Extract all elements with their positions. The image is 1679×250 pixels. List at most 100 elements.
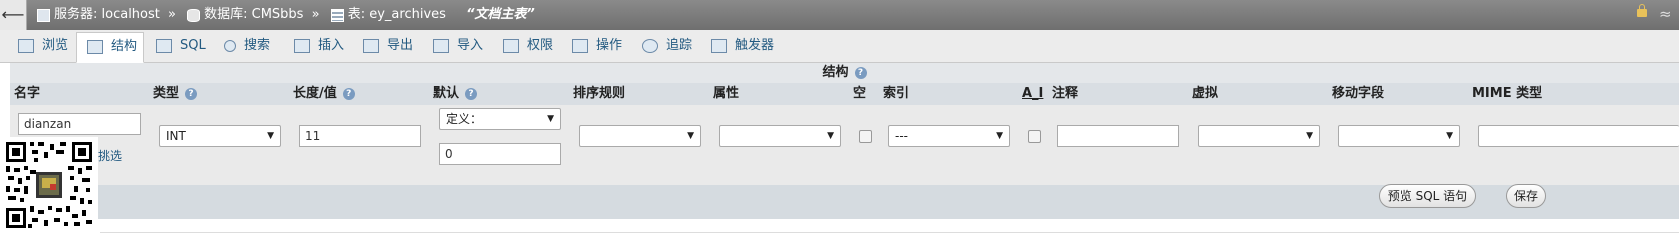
back-arrow-icon[interactable]: ⟵ — [0, 0, 27, 30]
lock-icon[interactable] — [1637, 4, 1647, 17]
chevron-down-icon: ▼ — [1446, 131, 1453, 141]
col-mime: MIME 类型 — [1472, 86, 1543, 101]
default-select-value: 定义： — [446, 112, 483, 126]
attributes-select[interactable]: ▼ — [719, 125, 841, 147]
col-comment: 注释 — [1052, 86, 1079, 101]
breadcrumb-database[interactable]: 数据库: CMSbbs — [204, 7, 303, 22]
type-select-value: INT — [166, 129, 186, 143]
tab-label: 触发器 — [735, 38, 775, 53]
breadcrumb-separator: » — [311, 7, 320, 22]
col-ai: A_I — [1022, 86, 1044, 101]
qr-code-image — [0, 137, 98, 234]
col-virtual: 虚拟 — [1192, 86, 1219, 101]
chevron-down-icon: ▼ — [547, 114, 554, 124]
divider — [100, 232, 1679, 233]
default-value-input[interactable] — [439, 143, 561, 165]
triggers-icon — [711, 38, 727, 53]
qr-code-graphic — [4, 140, 94, 230]
privileges-icon — [503, 38, 519, 53]
tab-label: 结构 — [111, 39, 138, 54]
col-length: 长度/值? — [293, 83, 355, 105]
tab-structure[interactable]: 结构 — [76, 32, 145, 63]
structure-title: 结构 — [822, 65, 849, 80]
index-select-value: --- — [895, 129, 908, 143]
type-select[interactable]: INT ▼ — [159, 125, 281, 147]
col-attributes: 属性 — [713, 86, 740, 101]
col-name: 名字 — [14, 86, 41, 101]
virtual-select[interactable]: ▼ — [1198, 125, 1320, 147]
length-input[interactable] — [299, 125, 421, 147]
export-icon — [363, 38, 379, 53]
col-default-label: 默认 — [433, 86, 460, 101]
move-column-select[interactable]: ▼ — [1338, 125, 1460, 147]
null-checkbox[interactable] — [859, 130, 872, 143]
tab-bar: 浏览 结构 SQL 搜索 插入 导出 导入 权限 操作 追踪 触发器 — [0, 30, 1679, 63]
index-select[interactable]: --- ▼ — [888, 125, 1010, 147]
col-length-label: 长度/值 — [293, 86, 337, 101]
help-icon[interactable]: ? — [854, 66, 867, 79]
top-right-controls: ≈ — [1629, 0, 1679, 30]
tab-label: 浏览 — [42, 38, 69, 53]
chevron-down-icon: ▼ — [267, 131, 274, 141]
col-null: 空 — [853, 86, 867, 101]
field-name-input[interactable] — [18, 113, 141, 135]
eye-icon — [642, 38, 658, 53]
tab-sql[interactable]: SQL — [156, 32, 206, 60]
tab-browse[interactable]: 浏览 — [18, 32, 68, 60]
breadcrumb: 服务器: localhost » 数据库: CMSbbs » 表: ey_arc… — [34, 0, 535, 30]
tab-operations[interactable]: 操作 — [572, 32, 622, 60]
help-icon[interactable]: ? — [465, 87, 478, 100]
default-select[interactable]: 定义： ▼ — [439, 108, 561, 130]
tab-tracking[interactable]: 追踪 — [642, 32, 692, 60]
col-type: 类型? — [153, 83, 198, 105]
tab-export[interactable]: 导出 — [363, 32, 413, 60]
tab-search[interactable]: 搜索 — [224, 32, 270, 60]
database-icon — [187, 8, 201, 22]
tab-privileges[interactable]: 权限 — [503, 32, 553, 60]
structure-heading: 结构? — [10, 63, 1679, 83]
collation-select[interactable]: ▼ — [579, 125, 701, 147]
chevron-down-icon: ▼ — [687, 131, 694, 141]
auto-increment-checkbox[interactable] — [1028, 130, 1041, 143]
breadcrumb-server[interactable]: 服务器: localhost — [54, 7, 160, 22]
col-default: 默认? — [433, 83, 478, 105]
mime-type-select[interactable] — [1478, 125, 1679, 147]
tab-label: 导入 — [457, 38, 484, 53]
pick-from-central-link[interactable]: 挑选 — [98, 147, 122, 164]
tab-triggers[interactable]: 触发器 — [711, 32, 774, 60]
tab-label: 追踪 — [666, 38, 693, 53]
breadcrumb-table[interactable]: 表: ey_archives — [348, 7, 446, 22]
tab-label: 导出 — [387, 38, 414, 53]
help-icon[interactable]: ? — [185, 87, 198, 100]
search-icon — [224, 39, 236, 52]
comment-input[interactable] — [1057, 125, 1179, 147]
preview-sql-button[interactable]: 预览 SQL 语句 — [1379, 184, 1476, 208]
tab-label: 操作 — [596, 38, 623, 53]
col-index: 索引 — [883, 86, 910, 101]
help-icon[interactable]: ? — [342, 87, 355, 100]
tab-label: SQL — [180, 38, 206, 53]
tab-label: 插入 — [318, 38, 345, 53]
sql-icon — [156, 38, 172, 53]
browse-icon — [18, 38, 34, 53]
col-type-label: 类型 — [153, 86, 180, 101]
tab-insert[interactable]: 插入 — [294, 32, 344, 60]
chevron-down-icon: ▼ — [996, 131, 1003, 141]
col-collation: 排序规则 — [573, 86, 626, 101]
table-icon — [330, 8, 344, 22]
chevron-down-icon: ▼ — [827, 131, 834, 141]
wrench-icon — [572, 38, 588, 53]
collapse-icon[interactable]: ≈ — [1659, 5, 1672, 23]
structure-icon — [87, 39, 103, 54]
breadcrumb-separator: » — [168, 7, 176, 22]
tab-import[interactable]: 导入 — [433, 32, 483, 60]
tab-label: 搜索 — [244, 38, 271, 53]
insert-icon — [294, 38, 310, 53]
table-comment: “文档主表” — [466, 7, 535, 22]
chevron-down-icon: ▼ — [1306, 131, 1313, 141]
top-breadcrumb-bar: ⟵ 服务器: localhost » 数据库: CMSbbs » 表: ey_a… — [0, 0, 1679, 30]
server-icon — [37, 8, 50, 22]
import-icon — [433, 38, 449, 53]
col-move: 移动字段 — [1332, 86, 1385, 101]
save-button[interactable]: 保存 — [1506, 184, 1546, 208]
